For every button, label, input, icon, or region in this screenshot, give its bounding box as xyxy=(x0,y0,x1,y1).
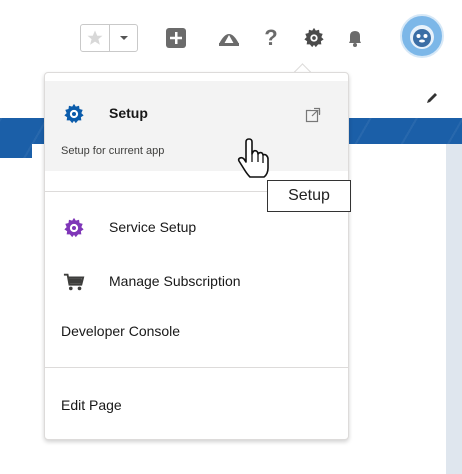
setup-subtitle: Setup for current app xyxy=(61,145,165,157)
menu-item-setup[interactable]: Setup Setup for current app xyxy=(45,81,348,171)
menu-item-label: Developer Console xyxy=(61,323,181,339)
menu-item-service-setup[interactable]: Service Setup xyxy=(45,209,348,245)
tooltip: Setup xyxy=(267,180,351,212)
external-link-icon[interactable] xyxy=(305,107,321,123)
edit-pencil-icon[interactable] xyxy=(424,90,440,106)
menu-item-label: Service Setup xyxy=(109,219,197,235)
setup-title: Setup xyxy=(109,105,148,121)
gear-icon xyxy=(64,103,84,124)
menu-divider xyxy=(45,367,348,368)
gear-icon[interactable] xyxy=(302,26,326,50)
menu-item-edit-page[interactable]: Edit Page xyxy=(45,387,348,423)
add-icon[interactable] xyxy=(164,26,188,50)
menu-item-label: Edit Page xyxy=(61,397,122,413)
cart-icon xyxy=(63,273,85,291)
star-icon[interactable] xyxy=(81,25,110,51)
menu-item-label: Manage Subscription xyxy=(109,273,241,289)
chevron-down-icon[interactable] xyxy=(110,25,137,51)
setup-menu: Setup Setup for current app Service Setu… xyxy=(44,72,349,440)
hand-cursor-icon xyxy=(237,138,269,178)
gear-icon xyxy=(64,217,84,238)
menu-item-manage-subscription[interactable]: Manage Subscription xyxy=(45,263,348,299)
trailhead-icon[interactable] xyxy=(217,26,241,50)
help-icon[interactable]: ? xyxy=(259,25,283,50)
avatar[interactable] xyxy=(400,14,444,58)
page-side-strip xyxy=(446,144,462,474)
menu-item-developer-console[interactable]: Developer Console xyxy=(45,313,348,349)
favorites-button-group xyxy=(80,24,138,52)
bell-icon[interactable] xyxy=(343,26,367,50)
global-header: ? xyxy=(0,0,462,70)
